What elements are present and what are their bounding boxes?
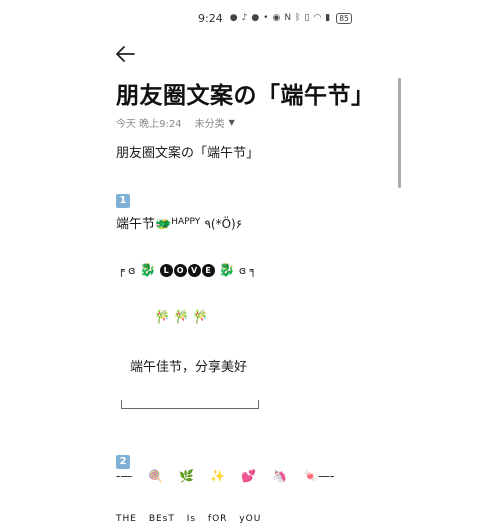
note-title[interactable]: 朋友圈文案の「端午节」 [116, 76, 375, 110]
divider-bracket [121, 400, 259, 409]
love-letter: E [201, 264, 215, 277]
note-meta: 今天 晚上9:24 未分类 ▼ [116, 115, 235, 130]
love-letter: V [187, 264, 201, 277]
caret-down-icon: ▼ [228, 118, 235, 127]
love-right: ɞ ╕ [238, 264, 257, 277]
back-button[interactable] [114, 42, 138, 66]
love-letters: L O V E [159, 264, 215, 277]
happy-line-text: 端午节 [116, 217, 156, 232]
section-badge-1: 1 [116, 188, 130, 208]
folder-selector[interactable]: 未分类 ▼ [195, 115, 235, 130]
happy-line[interactable]: 端午节🐲HAPPY ٩(*Ö)۶ [116, 213, 242, 232]
dragon-icon: 🐲 [155, 217, 172, 232]
battery-indicator: 85 [336, 12, 352, 24]
emoji-line[interactable]: -— 🍭 🌿 ✨ 💕 🦄 🍬—- [116, 469, 334, 483]
unicorn-icon: 🦄 [272, 469, 288, 483]
best-line[interactable]: THE BEsT Is fOR yOU [116, 514, 261, 524]
back-arrow-icon [116, 46, 135, 62]
happy-label: HAPPY [171, 217, 201, 227]
signal-icon: ▮ [325, 12, 331, 23]
bamboo-line[interactable]: 🎋🎋🎋 [154, 310, 212, 325]
love-line[interactable]: ╒ ɞ 🐉 L O V E 🐉 ɞ ╕ [118, 263, 256, 278]
tiktok-icon: ♪ [241, 12, 248, 23]
love-letter: L [159, 264, 173, 277]
folder-label: 未分类 [194, 119, 225, 130]
eye-icon: ◉ [272, 12, 281, 23]
section-badge-2: 2 [116, 449, 130, 469]
nfc-icon: N [284, 12, 292, 23]
status-time: 9:24 [198, 11, 223, 25]
dragon-icon: 🐉 [139, 263, 156, 278]
dot-icon: • [263, 12, 269, 23]
leaf-icon: 🌿 [179, 469, 195, 483]
scrollbar[interactable] [398, 78, 401, 188]
sparkle-icon: ✨ [210, 469, 226, 483]
vibrate-icon: ▯ [304, 12, 310, 23]
note-date: 今天 晚上9:24 [116, 119, 182, 130]
kaomoji: ٩(*Ö)۶ [204, 217, 243, 231]
wifi-icon: ◠ [313, 12, 322, 23]
note-subtitle[interactable]: 朋友圈文案の「端午节」 [116, 142, 259, 161]
candy-icon: 🍬—- [303, 469, 335, 483]
love-letter: O [173, 264, 187, 277]
emoji-item: -— [116, 469, 133, 483]
status-bar: 9:24 ● ♪ ● • ◉ N ᛒ ▯ ◠ ▮ 85 [198, 10, 398, 26]
wechat-icon: ● [229, 12, 238, 23]
bluetooth-icon: ᛒ [295, 12, 301, 23]
greeting-line[interactable]: 端午佳节，分享美好 [130, 356, 247, 375]
chat-icon: ● [251, 12, 260, 23]
dragon-icon: 🐉 [218, 263, 235, 278]
love-left: ╒ ɞ [118, 264, 136, 277]
hearts-icon: 💕 [241, 469, 257, 483]
lollipop-icon: 🍭 [148, 469, 164, 483]
